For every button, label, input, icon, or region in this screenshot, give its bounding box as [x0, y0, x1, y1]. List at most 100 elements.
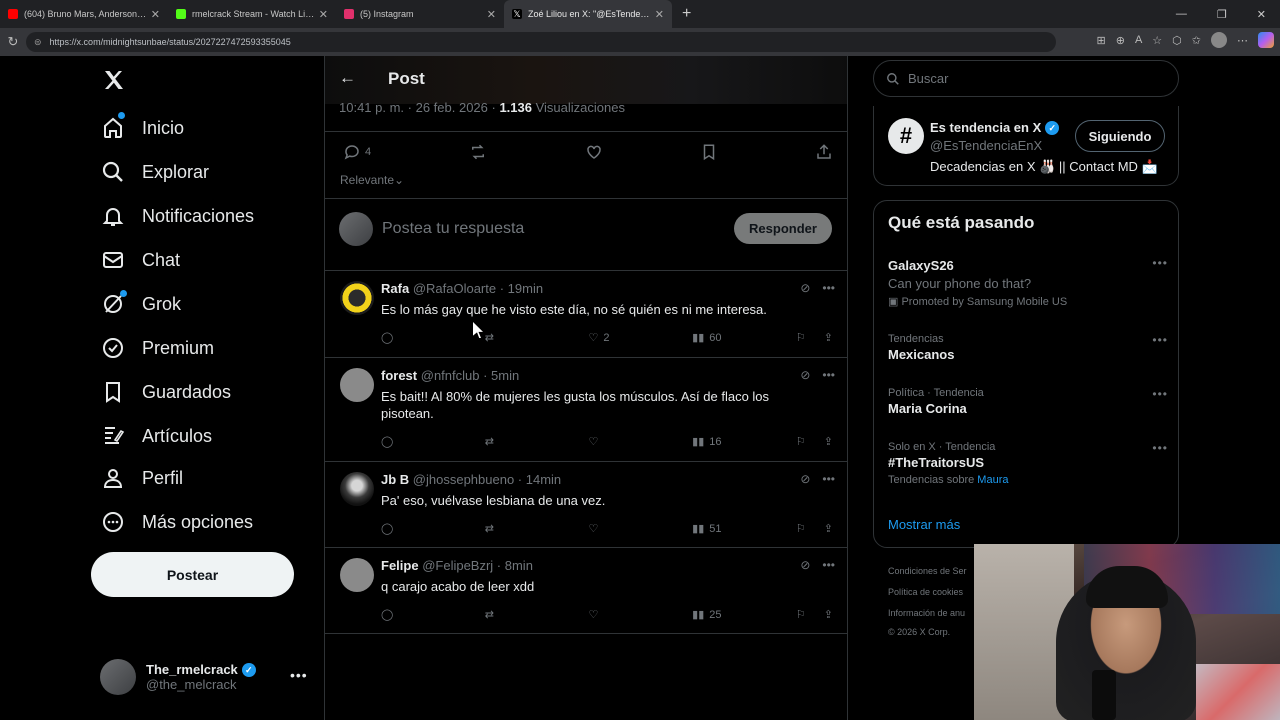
app-icon[interactable]: ⊞ [1097, 34, 1106, 47]
more-dots-icon[interactable]: ••• [290, 667, 308, 683]
sidebar-item-perfil[interactable]: Perfil [100, 458, 183, 498]
hashtag-avatar-icon[interactable]: # [888, 118, 924, 154]
reply-icon[interactable]: ◯ [381, 522, 421, 535]
like-action[interactable]: ♡ [588, 435, 628, 448]
more-dots-icon[interactable]: ••• [1152, 387, 1168, 401]
sidebar-item-grok[interactable]: Grok [100, 284, 181, 324]
trend-item[interactable]: GalaxyS26 Can your phone do that? ▣ Prom… [888, 256, 1168, 308]
repost-icon[interactable]: ⇄ [485, 435, 525, 448]
bookmark-icon[interactable]: ⚐ [796, 608, 806, 621]
browser-tab-active[interactable]: 𝕏 Zoé Liliou en X: "@EsTendenciaEnX ✕ [504, 0, 672, 28]
sidebar-item-notificaciones[interactable]: Notificaciones [100, 196, 254, 236]
reply-action[interactable]: 4 [343, 143, 371, 161]
maximize-icon[interactable]: ❐ [1217, 8, 1227, 21]
reply-author[interactable]: Jb B [381, 472, 409, 487]
grok-icon[interactable]: ⊘ [800, 368, 810, 382]
share-icon[interactable]: ⇪ [824, 435, 833, 448]
bookmark-icon[interactable]: ⚐ [796, 522, 806, 535]
repost-icon[interactable]: ⇄ [485, 608, 525, 621]
bookmark-icon[interactable]: ⚐ [796, 331, 806, 344]
sidebar-item-inicio[interactable]: Inicio [100, 108, 184, 148]
close-tab-icon[interactable]: ✕ [319, 8, 328, 21]
reply-item[interactable]: forest @nfnfclub · 5min ⊘ ••• Es bait!! A… [325, 358, 847, 462]
zoom-icon[interactable]: ⊕ [1116, 34, 1125, 47]
new-tab-button[interactable]: + [672, 0, 701, 28]
more-dots-icon[interactable]: ••• [822, 368, 835, 382]
url-field[interactable]: ⊜ https://x.com/midnightsunbae/status/20… [26, 32, 1056, 52]
post-time[interactable]: 10:41 p. m. · 26 feb. 2026 · [339, 100, 499, 115]
menu-dots-icon[interactable]: ⋯ [1237, 34, 1248, 47]
sort-dropdown[interactable]: Relevante⌄ [340, 173, 404, 187]
responder-button[interactable]: Responder [734, 213, 832, 244]
repost-icon[interactable]: ⇄ [485, 331, 525, 344]
read-aloud-icon[interactable]: A [1135, 34, 1142, 46]
reply-author[interactable]: forest [381, 368, 417, 383]
reply-input[interactable]: Postea tu respuesta [382, 220, 524, 238]
like-action[interactable]: ♡ [588, 522, 628, 535]
footer-link[interactable]: Condiciones de Ser [888, 566, 967, 576]
footer-link[interactable]: Información de anu [888, 608, 965, 618]
sidebar-item-guardados[interactable]: Guardados [100, 372, 231, 412]
reply-icon[interactable]: ◯ [381, 435, 421, 448]
like-action[interactable]: ♡ [588, 608, 628, 621]
back-arrow-icon[interactable]: ← [339, 68, 356, 88]
more-dots-icon[interactable]: ••• [1152, 256, 1168, 270]
reply-icon[interactable]: ◯ [381, 331, 421, 344]
postear-button[interactable]: Postear [91, 552, 294, 597]
extension-icon[interactable]: ⬡ [1172, 34, 1182, 47]
share-icon[interactable]: ⇪ [824, 608, 833, 621]
reply-item[interactable]: Rafa @RafaOloarte · 19min ⊘ ••• Es lo más… [325, 271, 847, 358]
profile-name[interactable]: Es tendencia en X [930, 120, 1041, 135]
like-action[interactable]: ♡ 2 [588, 331, 628, 345]
more-dots-icon[interactable]: ••• [822, 558, 835, 572]
close-tab-icon[interactable]: ✕ [487, 8, 496, 21]
sidebar-item-premium[interactable]: Premium [100, 328, 214, 368]
browser-tab[interactable]: (5) Instagram ✕ [336, 0, 504, 28]
footer-link[interactable]: Política de cookies [888, 587, 963, 597]
following-button[interactable]: Siguiendo [1075, 120, 1165, 152]
sidebar-item-chat[interactable]: Chat [100, 240, 180, 280]
x-logo-icon[interactable] [102, 68, 126, 92]
views-action[interactable]: ▮▮ 60 [692, 331, 732, 345]
more-dots-icon[interactable]: ••• [1152, 441, 1168, 455]
more-dots-icon[interactable]: ••• [822, 281, 835, 295]
reply-item[interactable]: Felipe @FelipeBzrj · 8min ⊘ ••• q carajo … [325, 548, 847, 634]
favorites-icon[interactable]: ✩ [1192, 34, 1201, 47]
favorite-star-icon[interactable]: ☆ [1152, 34, 1162, 47]
more-dots-icon[interactable]: ••• [822, 472, 835, 486]
trend-related-link[interactable]: Maura [977, 474, 1008, 486]
profile-avatar-icon[interactable] [1211, 32, 1227, 48]
share-action[interactable] [815, 143, 833, 161]
reply-item[interactable]: Jb B @jhossephbueno · 14min ⊘ ••• Pa' eso… [325, 462, 847, 548]
share-icon[interactable]: ⇪ [824, 522, 833, 535]
reply-author[interactable]: Felipe [381, 558, 419, 573]
views-action[interactable]: ▮▮ 51 [692, 522, 732, 536]
close-tab-icon[interactable]: ✕ [151, 8, 160, 21]
views-action[interactable]: ▮▮ 16 [692, 435, 732, 449]
reload-icon[interactable]: ↻ [2, 34, 24, 50]
repost-action[interactable] [468, 143, 488, 161]
grok-icon[interactable]: ⊘ [800, 558, 810, 572]
minimize-icon[interactable]: — [1176, 8, 1187, 20]
share-icon[interactable]: ⇪ [824, 331, 833, 344]
bookmark-action[interactable] [700, 143, 718, 161]
more-dots-icon[interactable]: ••• [1152, 333, 1168, 347]
reply-author[interactable]: Rafa [381, 281, 409, 296]
site-info-icon[interactable]: ⊜ [34, 37, 42, 48]
browser-tab[interactable]: (604) Bruno Mars, Anderson .Paak, ✕ [0, 0, 168, 28]
copilot-icon[interactable] [1258, 32, 1274, 48]
grok-icon[interactable]: ⊘ [800, 472, 810, 486]
repost-icon[interactable]: ⇄ [485, 522, 525, 535]
grok-icon[interactable]: ⊘ [800, 281, 810, 295]
trend-item[interactable]: Tendencias Mexicanos ••• [888, 333, 1168, 362]
trend-item[interactable]: Política · Tendencia Maria Corina ••• [888, 387, 1168, 416]
sidebar-item-articulos[interactable]: Artículos [100, 416, 212, 456]
close-tab-icon[interactable]: ✕ [655, 8, 664, 21]
search-input[interactable]: Buscar [873, 60, 1179, 97]
show-more-link[interactable]: Mostrar más [888, 517, 960, 532]
sidebar-item-mas-opciones[interactable]: Más opciones [100, 502, 253, 542]
browser-tab[interactable]: rmelcrack Stream - Watch Live on ✕ [168, 0, 336, 28]
views-action[interactable]: ▮▮ 25 [692, 608, 732, 622]
close-window-icon[interactable]: ✕ [1257, 8, 1266, 21]
sidebar-item-explorar[interactable]: Explorar [100, 152, 209, 192]
